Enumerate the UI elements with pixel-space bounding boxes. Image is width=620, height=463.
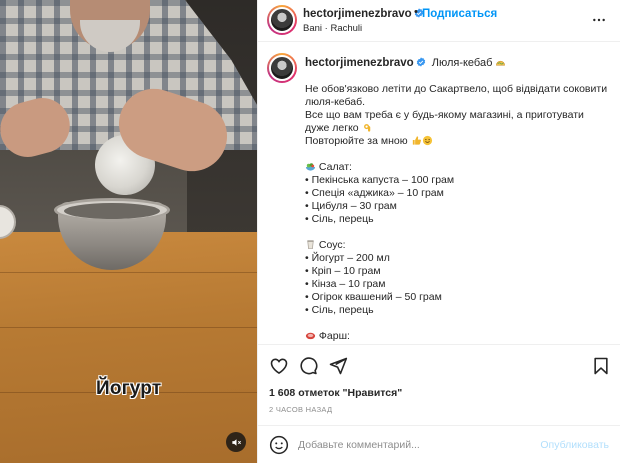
caption-intro: Не обов'язково летіти до Сакартвело, щоб… (305, 83, 608, 148)
header-separator: • (414, 6, 418, 18)
emoji-picker-button[interactable] (269, 435, 289, 455)
heart-icon (270, 358, 288, 375)
smiley-icon (269, 435, 289, 455)
sauce-item: • Кріп – 10 грам (305, 265, 381, 277)
more-horizontal-icon (593, 18, 605, 22)
action-bar (258, 344, 620, 384)
mince-heading: Фарш: (318, 330, 350, 342)
smiley-emoji-icon (422, 135, 432, 146)
intro-line: Все що вам треба є у будь-якому магазині… (305, 109, 584, 121)
salad-item: • Цибуля – 30 грам (305, 200, 397, 212)
share-button[interactable] (328, 356, 348, 376)
comment-bar: Опубликовать (258, 425, 620, 463)
caption-username[interactable]: hectorjimenezbravo (305, 57, 414, 69)
caption-title: Люля-кебаб (431, 57, 493, 69)
header-username-row: hectorjimenezbravo (303, 8, 424, 20)
avatar[interactable] (269, 7, 295, 33)
like-button[interactable] (269, 356, 289, 376)
caption-heading: hectorjimenezbravo Люля-кебаб (305, 57, 506, 69)
caption-body: Не обов'язково летіти до Сакартвело, щоб… (305, 83, 608, 343)
caption-avatar[interactable] (269, 55, 295, 81)
cup-emoji-icon (307, 240, 314, 249)
speaker-muted-icon (231, 438, 241, 446)
sauce-item: • Огірок квашений – 50 грам (305, 291, 442, 303)
mute-button[interactable] (226, 432, 246, 452)
mince-heading-row: Фарш: (305, 330, 605, 343)
sauce-item: • Йогурт – 200 мл (305, 252, 390, 264)
salad-heading: Салат: (318, 161, 352, 173)
post-header: hectorjimenezbravo • Подписаться Bani · … (258, 0, 620, 42)
intro-line-row: Повторюйте за мною (305, 135, 605, 148)
post-video[interactable]: Йогурт (0, 0, 257, 463)
meat-emoji-icon (305, 332, 316, 340)
intro-line: Повторюйте за мною (305, 135, 408, 147)
ok-hand-emoji-icon (363, 124, 370, 132)
thumbs-up-emoji-icon (412, 136, 421, 145)
salad-heading-row: Салат: (305, 161, 605, 174)
likes-count[interactable]: 1 608 отметок "Нравится" (269, 387, 402, 399)
sauce-item: • Сіль, перець (305, 304, 374, 316)
save-button[interactable] (591, 356, 611, 376)
post-panel: hectorjimenezbravo • Подписаться Bani · … (257, 0, 620, 463)
share-icon (329, 357, 348, 375)
intro-line: дуже легко (305, 122, 359, 134)
caption-sauce: Соус: • Йогурт – 200 мл • Кріп – 10 грам… (305, 239, 605, 317)
salad-item: • Спеція «аджика» – 10 грам (305, 187, 444, 199)
salad-item: • Пекінська капуста – 100 грам (305, 174, 455, 186)
video-bowl-inside (64, 203, 160, 219)
comment-button[interactable] (298, 356, 318, 376)
caption-area: hectorjimenezbravo Люля-кебаб Не обов'яз… (258, 43, 620, 343)
intro-line: люля-кебаб. (305, 96, 366, 108)
post-comment-button[interactable]: Опубликовать (540, 439, 609, 451)
salad-emoji-icon (305, 163, 316, 171)
sauce-heading: Соус: (318, 239, 346, 251)
sauce-item: • Кінза – 10 грам (305, 278, 386, 290)
video-caption-overlay: Йогурт (96, 378, 162, 399)
comment-input[interactable] (298, 435, 528, 455)
post-time[interactable]: 2 ЧАСОВ НАЗАД (269, 405, 332, 414)
taco-emoji-icon (496, 60, 506, 66)
bookmark-icon (594, 357, 608, 375)
comment-icon (300, 357, 318, 375)
intro-line: Не обов'язково летіти до Сакартвело, щоб… (305, 83, 608, 95)
follow-button[interactable]: Подписаться (422, 8, 497, 20)
verified-badge-icon (416, 57, 425, 67)
location-link[interactable]: Bani · Rachuli (303, 23, 362, 34)
sauce-heading-row: Соус: (305, 239, 605, 252)
salad-item: • Сіль, перець (305, 213, 374, 225)
more-options-button[interactable] (591, 12, 607, 31)
intro-line-row: дуже легко (305, 122, 605, 135)
caption-mince: Фарш: (305, 330, 605, 343)
header-username[interactable]: hectorjimenezbravo (303, 8, 412, 20)
caption-salad: Салат: • Пекінська капуста – 100 грам • … (305, 161, 605, 226)
